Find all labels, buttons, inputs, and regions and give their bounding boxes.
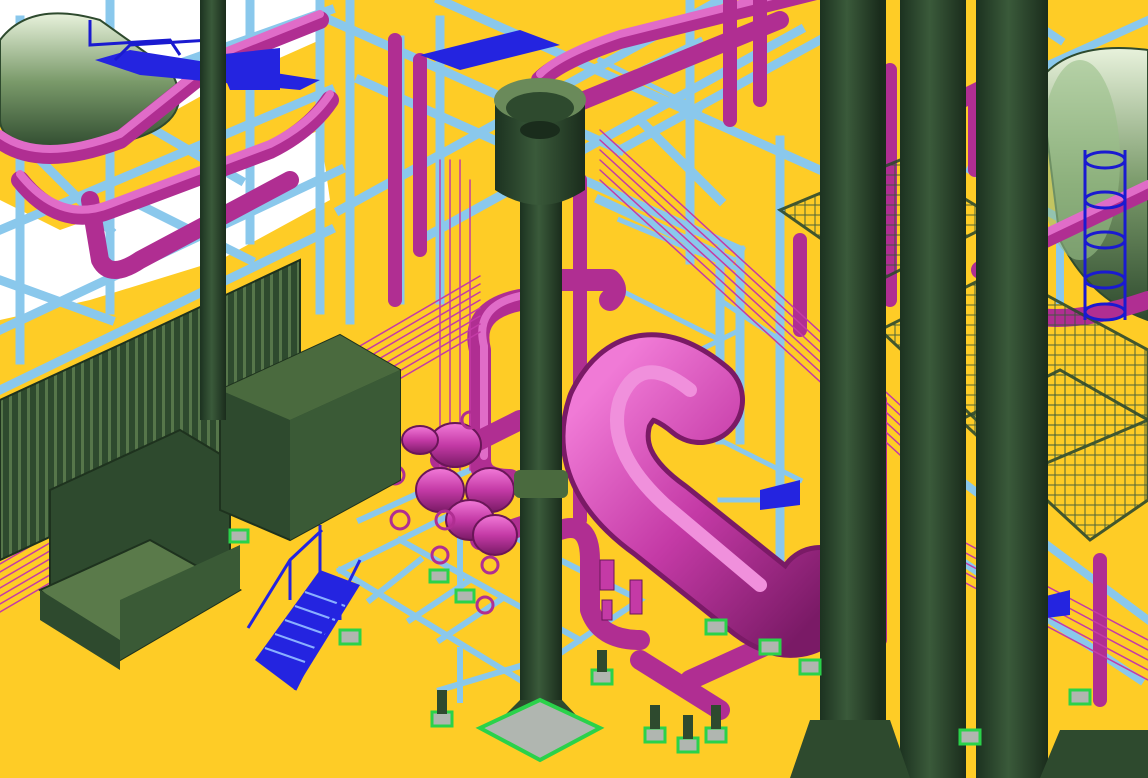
plant-3d-viewport[interactable] [0, 0, 1148, 778]
